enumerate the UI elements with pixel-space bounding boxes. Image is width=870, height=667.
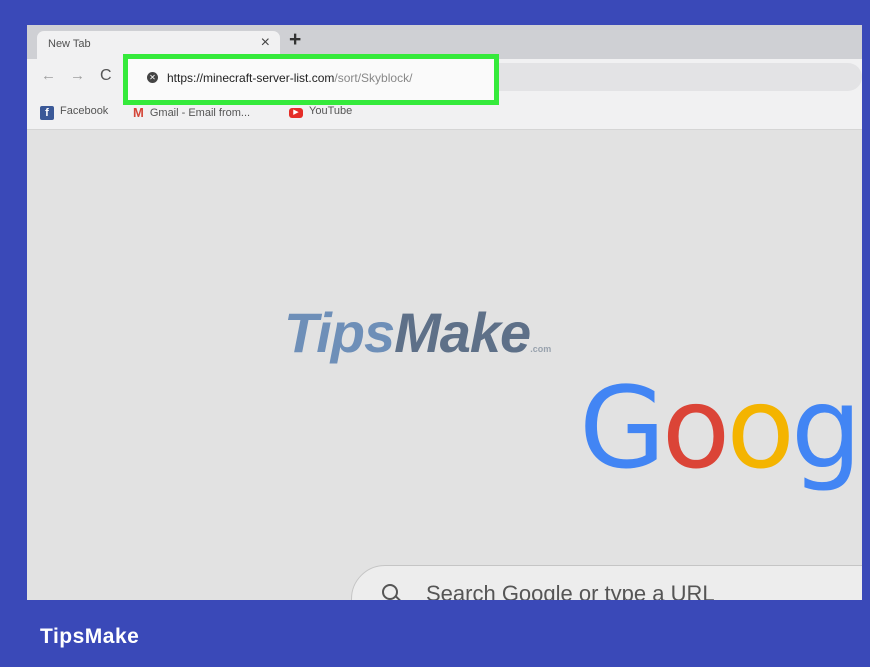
bookmark-label: Facebook <box>60 105 109 117</box>
new-tab-button[interactable]: + <box>289 28 301 52</box>
close-icon[interactable]: × <box>261 34 270 52</box>
url-text: https://minecraft-server-list.com/sort/S… <box>167 71 412 85</box>
url-host: https://minecraft-server-list.com <box>167 71 335 85</box>
browser-window: New Tab × + ← → C ✕ https://minecraft-se… <box>27 25 862 600</box>
bookmark-label: YouTube <box>309 105 353 117</box>
bookmark-label: Gmail - Email from... <box>149 107 251 119</box>
google-logo-letter: o <box>726 364 795 494</box>
tab-title: New Tab <box>48 38 91 50</box>
back-icon[interactable]: ← <box>41 67 56 84</box>
bookmark-youtube[interactable]: ▶ YouTube <box>289 105 352 118</box>
gmail-icon: M <box>133 105 144 120</box>
youtube-icon: ▶ <box>289 108 303 118</box>
address-bar[interactable]: ✕ https://minecraft-server-list.com/sort… <box>123 54 499 105</box>
google-logo: Goog <box>579 364 862 494</box>
brand-footer: TipsMake <box>40 625 140 648</box>
tipsmake-watermark: TipsMake.com <box>284 301 552 364</box>
google-logo-letter: g <box>790 364 862 494</box>
search-input[interactable] <box>424 580 862 600</box>
google-logo-letter: G <box>579 364 666 494</box>
forward-icon[interactable]: → <box>70 67 85 84</box>
bookmark-gmail[interactable]: M Gmail - Email from... <box>133 105 250 120</box>
google-search-box[interactable] <box>351 565 862 600</box>
facebook-icon: f <box>40 106 54 120</box>
url-path: /sort/Skyblock/ <box>334 71 413 85</box>
site-info-icon[interactable]: ✕ <box>147 72 158 83</box>
bookmark-facebook[interactable]: f Facebook <box>40 105 108 120</box>
reload-icon[interactable]: C <box>100 67 112 85</box>
search-icon <box>382 584 398 600</box>
google-logo-letter: o <box>661 364 731 494</box>
